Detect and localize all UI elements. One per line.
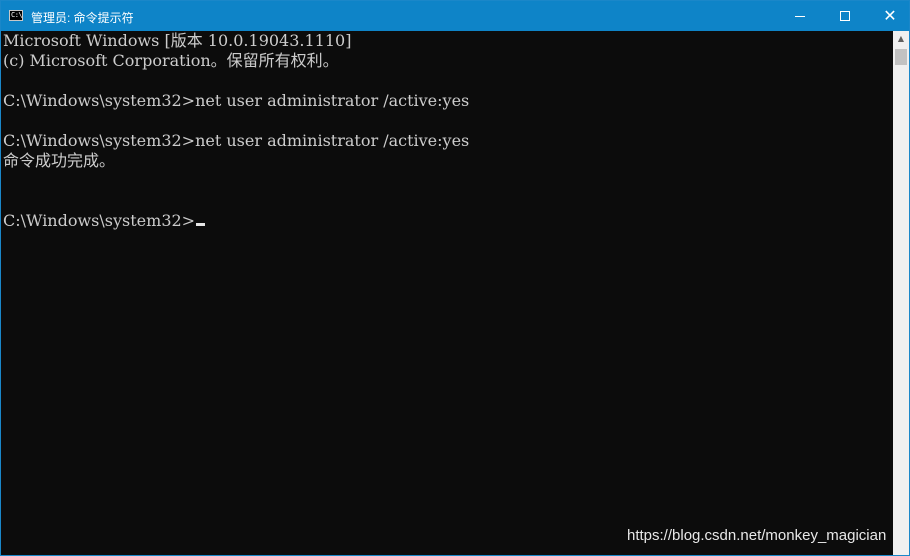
scroll-up-arrow-icon[interactable]: ▲	[893, 31, 909, 47]
maximize-icon	[840, 11, 850, 21]
cmd-icon[interactable]: C:\	[9, 10, 23, 21]
close-button[interactable]: ✕	[867, 1, 909, 31]
vertical-scrollbar[interactable]: ▲	[893, 31, 909, 555]
console-line: Microsoft Windows [版本 10.0.19043.1110]	[3, 31, 352, 50]
cmd-icon-glyph: C:\	[11, 11, 23, 19]
console-prompt-line[interactable]: C:\Windows\system32>	[3, 211, 206, 231]
console-prompt: C:\Windows\system32>	[3, 211, 196, 230]
maximize-button[interactable]	[823, 1, 869, 31]
console-line: C:\Windows\system32>net user administrat…	[3, 91, 470, 110]
console-line: 命令成功完成。	[3, 151, 116, 170]
close-icon: ✕	[883, 6, 897, 25]
text-cursor	[196, 223, 206, 226]
window-title: 管理员: 命令提示符	[31, 11, 134, 25]
minimize-icon	[795, 16, 805, 17]
watermark-text: https://blog.csdn.net/monkey_magician	[627, 527, 887, 544]
console-output[interactable]: Microsoft Windows [版本 10.0.19043.1110] (…	[1, 31, 893, 555]
console-line: C:\Windows\system32>net user administrat…	[3, 131, 470, 150]
minimize-button[interactable]	[777, 1, 823, 31]
cmd-window: C:\ 管理员: 命令提示符 ✕ Microsoft Windows [版本 1…	[0, 0, 910, 556]
console-line: (c) Microsoft Corporation。保留所有权利。	[3, 51, 339, 70]
title-bar[interactable]: C:\ 管理员: 命令提示符 ✕	[1, 1, 909, 31]
scroll-thumb[interactable]	[895, 49, 907, 65]
